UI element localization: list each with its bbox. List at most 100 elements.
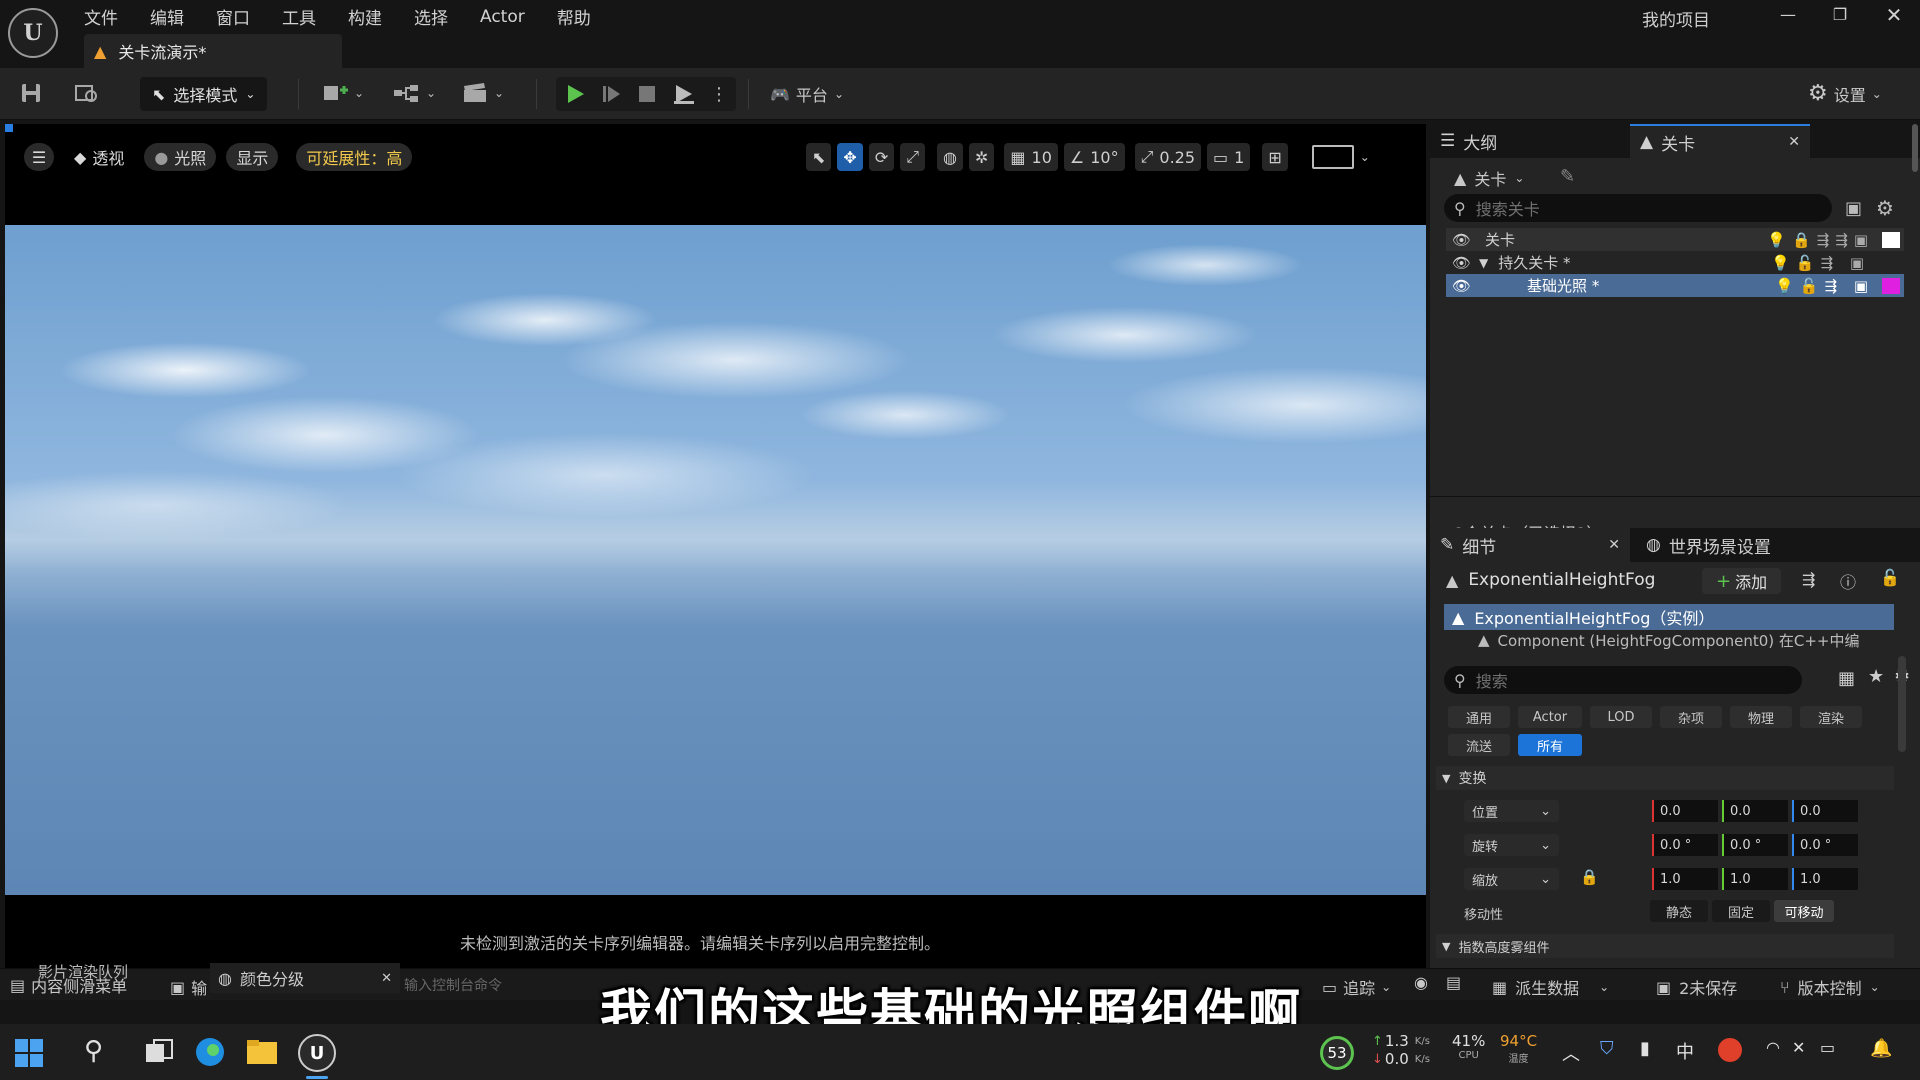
- rotation-y[interactable]: 0.0 °: [1722, 834, 1788, 856]
- lock-icon[interactable]: 🔓: [1880, 568, 1900, 587]
- location-y[interactable]: 0.0: [1722, 800, 1788, 822]
- lighting-button[interactable]: ● 光照: [144, 143, 217, 171]
- add-actor-button[interactable]: ⌄: [322, 82, 364, 104]
- step-icon[interactable]: [600, 83, 622, 105]
- edge-browser-icon[interactable]: [194, 1036, 226, 1068]
- location-z[interactable]: 0.0: [1792, 800, 1858, 822]
- ime-indicator[interactable]: 中: [1676, 1038, 1694, 1064]
- filter-rendering[interactable]: 渲染: [1800, 706, 1862, 728]
- instance-row[interactable]: ▲ ExponentialHeightFog（实例）: [1444, 604, 1894, 630]
- sky-render[interactable]: [5, 225, 1426, 895]
- tab-world-settings[interactable]: ◍ 世界场景设置: [1636, 528, 1781, 562]
- record-icon[interactable]: ◉: [1414, 973, 1428, 992]
- viewport-menu-icon[interactable]: ☰: [24, 143, 54, 171]
- mobility-static[interactable]: 静态: [1650, 900, 1708, 922]
- section-fog-component[interactable]: ▼ 指数高度雾组件: [1436, 934, 1894, 958]
- scale-lock-icon[interactable]: 🔒: [1580, 868, 1599, 886]
- filter-streaming[interactable]: 流送: [1448, 734, 1510, 756]
- derived-data-button[interactable]: ▦ 派生数据 ⌄: [1492, 975, 1609, 999]
- more-options-icon[interactable]: ⋮: [710, 84, 728, 105]
- section-transform[interactable]: ▼ 变换: [1436, 766, 1894, 790]
- filter-lod[interactable]: LOD: [1590, 706, 1652, 728]
- search-icon[interactable]: ⚲: [84, 1036, 103, 1066]
- battery-icon[interactable]: ▭: [1820, 1038, 1835, 1057]
- edit-pencil-icon[interactable]: ✎: [1560, 166, 1575, 187]
- close-tab-icon[interactable]: ✕: [1608, 537, 1620, 553]
- expand-arrow-icon[interactable]: ▼: [1479, 256, 1488, 270]
- shield-icon[interactable]: ⛉: [1600, 1038, 1614, 1059]
- star-icon[interactable]: ★: [1868, 666, 1884, 687]
- stop-icon[interactable]: [636, 83, 658, 105]
- minimize-icon[interactable]: —: [1766, 2, 1810, 28]
- rotate-tool-icon[interactable]: ⟳: [868, 143, 895, 171]
- location-x[interactable]: 0.0: [1652, 800, 1718, 822]
- play-icon[interactable]: [564, 83, 586, 105]
- rotation-x[interactable]: 0.0 °: [1652, 834, 1718, 856]
- table-view-icon[interactable]: ▦: [1838, 668, 1855, 689]
- level-color-swatch[interactable]: [1882, 277, 1900, 294]
- menu-build[interactable]: 构建: [348, 4, 382, 29]
- scalability-badge[interactable]: 可延展性：高: [296, 143, 413, 171]
- translate-tool-icon[interactable]: ✥: [837, 143, 863, 171]
- unreal-taskbar-icon[interactable]: U: [298, 1034, 336, 1072]
- settings-gear-icon[interactable]: ⚙: [1876, 196, 1894, 220]
- filter-misc[interactable]: 杂项: [1660, 706, 1722, 728]
- source-control-button[interactable]: ⑂ 版本控制 ⌄: [1780, 975, 1880, 999]
- level-color-swatch[interactable]: [1882, 231, 1900, 248]
- menu-file[interactable]: 文件: [84, 4, 118, 29]
- save-icon[interactable]: [20, 82, 42, 104]
- perspective-button[interactable]: ◆ 透视: [64, 143, 134, 171]
- wifi-icon[interactable]: ◠: [1766, 1038, 1780, 1057]
- filter-all[interactable]: 所有: [1518, 734, 1582, 756]
- clipboard-icon[interactable]: ▤: [1446, 973, 1461, 992]
- help-icon[interactable]: ⓘ: [1840, 569, 1856, 593]
- perf-badge[interactable]: 53: [1320, 1036, 1354, 1070]
- blueprint-button[interactable]: ⌄: [392, 82, 436, 104]
- scale-snap-button[interactable]: ⤢ 0.25: [1134, 143, 1202, 171]
- mobility-movable[interactable]: 可移动: [1774, 900, 1834, 922]
- panel-scrollbar[interactable]: [1912, 124, 1918, 172]
- tree-row-persistent[interactable]: 👁 ▼ 持久关卡 * 💡🔓⇶ ▣: [1446, 251, 1904, 274]
- task-view-icon[interactable]: [144, 1038, 174, 1066]
- close-tab-icon[interactable]: ✕: [1788, 134, 1800, 150]
- show-button[interactable]: 显示: [226, 143, 279, 171]
- rotate-snap-button[interactable]: ∠ 10°: [1063, 143, 1125, 171]
- movie-queue-tab[interactable]: 影片渲染队列: [38, 961, 128, 982]
- tab-details[interactable]: ✎ 细节 ✕: [1430, 528, 1630, 562]
- scale-y[interactable]: 1.0: [1722, 868, 1788, 890]
- levels-dropdown[interactable]: ▲ 关卡 ⌄: [1454, 166, 1524, 190]
- restore-icon[interactable]: ❐: [1818, 2, 1862, 28]
- maximize-viewport-icon[interactable]: ⊞: [1262, 143, 1288, 171]
- details-search-input[interactable]: ⚲ 搜索: [1444, 666, 1802, 694]
- eye-icon[interactable]: 👁: [1452, 277, 1471, 295]
- file-explorer-icon[interactable]: [246, 1038, 278, 1066]
- scale-x[interactable]: 1.0: [1652, 868, 1718, 890]
- details-scrollbar[interactable]: [1898, 656, 1906, 752]
- chevron-up-icon[interactable]: ︿: [1562, 1040, 1580, 1066]
- filter-general[interactable]: 通用: [1448, 706, 1510, 728]
- bookmark-icon[interactable]: ▮: [1640, 1038, 1650, 1059]
- tab-levels[interactable]: ▲ 关卡 ✕: [1630, 124, 1810, 158]
- tree-row-base-lighting[interactable]: 👁 基础光照 * 💡🔓⇶ ▣: [1446, 274, 1904, 297]
- add-folder-icon[interactable]: ▣: [1845, 198, 1862, 219]
- app-tray-icon[interactable]: [1718, 1038, 1742, 1062]
- cinematics-button[interactable]: ⌄: [462, 82, 504, 104]
- launch-icon[interactable]: [672, 83, 696, 105]
- camera-speed-button[interactable]: ▭ 1: [1207, 143, 1251, 171]
- surface-snap-icon[interactable]: ✲: [969, 143, 995, 171]
- close-icon[interactable]: ✕: [1872, 2, 1916, 28]
- console-input[interactable]: 输入控制台命令: [404, 975, 502, 995]
- mode-selector[interactable]: ⬉ 选择模式 ⌄: [140, 77, 268, 111]
- windows-start-icon[interactable]: [14, 1038, 44, 1068]
- levels-search-input[interactable]: ⚲ 搜索关卡: [1444, 194, 1832, 222]
- settings-button[interactable]: ⚙ 设置 ⌄: [1808, 81, 1882, 106]
- color-grading-tab[interactable]: ◍ 颜色分级 ✕: [210, 963, 400, 993]
- close-tab-icon[interactable]: ✕: [381, 971, 392, 986]
- grid-snap-button[interactable]: ▦ 10: [1004, 143, 1058, 171]
- tab-outliner[interactable]: ☰ 大纲: [1430, 124, 1630, 158]
- platform-button[interactable]: 🎮 平台 ⌄: [770, 82, 844, 106]
- scale-tool-icon[interactable]: ⤢: [900, 143, 926, 171]
- output-log-button[interactable]: ▣ 输: [170, 975, 207, 999]
- component-row[interactable]: ▲ Component (HeightFogComponent0) 在C++中编: [1444, 630, 1894, 650]
- select-tool-icon[interactable]: ⬉: [806, 143, 832, 171]
